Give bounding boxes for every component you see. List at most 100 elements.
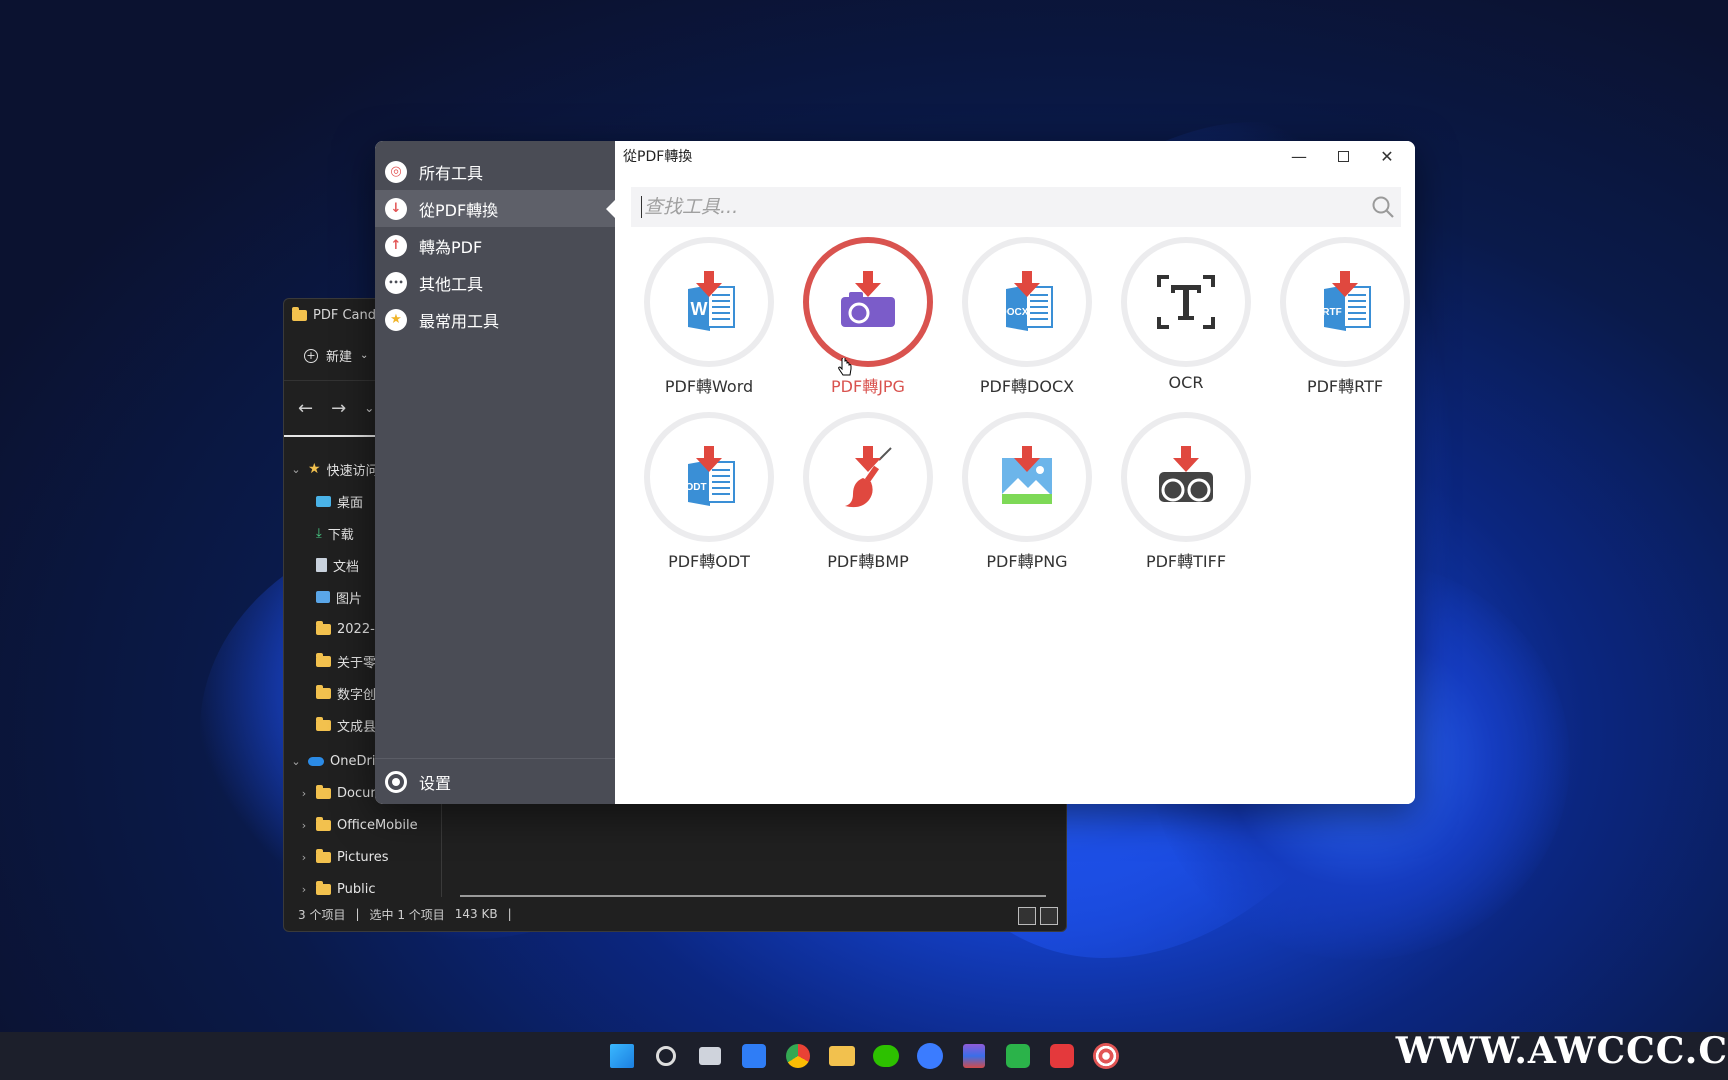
tree-item[interactable]: › Pictures: [284, 841, 441, 873]
tree-item-label: Public: [337, 881, 376, 897]
tiles-view-button[interactable]: [1040, 907, 1058, 925]
arrow-down-icon: ↓: [385, 197, 407, 220]
feishu-icon[interactable]: [915, 1041, 945, 1071]
sidebar-item[interactable]: ••• 其他工具: [375, 264, 615, 301]
todo-icon[interactable]: [739, 1041, 769, 1071]
tool-tile[interactable]: PDF轉TIFF: [1106, 412, 1266, 572]
tool-label: PDF轉BMP: [827, 552, 909, 571]
folder-icon: [316, 880, 331, 895]
star-icon: ★: [385, 308, 407, 331]
file-explorer-icon[interactable]: [827, 1041, 857, 1071]
folder-icon: [292, 306, 307, 321]
pdf-candy-icon[interactable]: [1091, 1041, 1121, 1071]
window-title: 從PDF轉換: [623, 149, 693, 165]
chevron-down-icon[interactable]: ⌄: [364, 401, 374, 415]
back-arrow-icon[interactable]: ←: [298, 398, 313, 419]
camtasia-icon[interactable]: [1003, 1041, 1033, 1071]
window-controls: — ✕: [1277, 141, 1409, 171]
chevron-right-icon[interactable]: ›: [298, 851, 310, 864]
word-icon: W: [674, 267, 744, 337]
sidebar-item-label: 所有工具: [419, 163, 484, 183]
tool-ring: ODT: [644, 412, 774, 542]
tool-ring: RTF: [1280, 237, 1410, 367]
tree-item-label: OneDri: [330, 753, 376, 769]
tiff-icon: [1151, 442, 1221, 512]
task-view-icon[interactable]: [695, 1041, 725, 1071]
wps-icon[interactable]: [1047, 1041, 1077, 1071]
tool-tile[interactable]: RTF PDF轉RTF: [1265, 237, 1415, 397]
tree-item[interactable]: › OfficeMobile: [284, 809, 441, 841]
search-input[interactable]: [641, 196, 1365, 218]
search-icon[interactable]: [651, 1041, 681, 1071]
folder-icon: [316, 652, 331, 667]
chevron-down-icon: ⌄: [360, 350, 369, 361]
chevron-right-icon[interactable]: ›: [298, 819, 310, 832]
chevron-down-icon[interactable]: ⌄: [290, 755, 302, 768]
arrow-up-icon: ↑: [385, 234, 407, 257]
star-icon: ★: [308, 461, 321, 477]
explorer-title: PDF Candy: [313, 307, 384, 323]
sidebar-item[interactable]: ◎ 所有工具: [375, 153, 615, 190]
dots-icon: •••: [385, 271, 407, 294]
gear-icon: [385, 770, 407, 793]
tool-tile[interactable]: PDF轉BMP: [788, 412, 948, 572]
sidebar: ◎ 所有工具 ↓ 從PDF轉換 ↑ 轉為PDF ••• 其他工具 ★ 最常用工具 设置: [375, 141, 615, 804]
tool-label: PDF轉RTF: [1306, 377, 1384, 396]
forward-arrow-icon[interactable]: →: [331, 398, 346, 419]
tree-item-label: 关于零: [337, 655, 377, 671]
tool-tile[interactable]: OCR: [1106, 237, 1266, 397]
selected-count: 选中 1 个项目: [369, 907, 445, 922]
status-bar: 3 个项目 | 选中 1 个项目 143 KB |: [284, 897, 1066, 931]
svg-text:W: W: [691, 299, 708, 319]
tree-item-label: OfficeMobile: [337, 817, 418, 833]
chevron-right-icon[interactable]: ›: [298, 787, 310, 800]
svg-text:ODT: ODT: [685, 482, 706, 493]
search-icon[interactable]: [1365, 189, 1401, 225]
tool-tile[interactable]: PDF轉JPG: [788, 237, 948, 397]
pdf-candy-icon-glyph: [1093, 1043, 1119, 1069]
sidebar-item-label: 從PDF轉換: [419, 200, 499, 220]
maximize-button[interactable]: [1321, 141, 1365, 171]
sidebar-item-label: 最常用工具: [419, 311, 500, 331]
png-icon: [992, 442, 1062, 512]
chevron-down-icon[interactable]: ⌄: [290, 463, 302, 476]
chevron-right-icon[interactable]: ›: [298, 883, 310, 896]
tool-label: PDF轉JPG: [831, 377, 905, 396]
chrome-icon[interactable]: [783, 1041, 813, 1071]
divider: |: [507, 907, 512, 921]
tool-ring: [1121, 237, 1251, 367]
wechat-icon[interactable]: [871, 1041, 901, 1071]
tool-tile[interactable]: W PDF轉Word: [629, 237, 789, 397]
details-view-button[interactable]: [1018, 907, 1036, 925]
minimize-button[interactable]: —: [1277, 141, 1321, 171]
tree-item-label: 2022-: [337, 621, 375, 637]
close-button[interactable]: ✕: [1365, 141, 1409, 171]
folder-icon: [316, 848, 331, 863]
item-count: 3 个项目: [298, 907, 346, 922]
new-button[interactable]: 新建: [326, 346, 352, 365]
tree-item-label: 快速访问: [326, 463, 379, 479]
tool-tile[interactable]: ODT PDF轉ODT: [629, 412, 789, 572]
windows-start-icon[interactable]: [607, 1041, 637, 1071]
sidebar-item-label: 其他工具: [419, 274, 484, 294]
folder-icon: [316, 784, 331, 799]
tree-item-label: Docun: [337, 785, 379, 801]
sidebar-item[interactable]: ★ 最常用工具: [375, 301, 615, 338]
watermark: WWW.AWCCC.C: [1395, 1030, 1728, 1072]
maximize-icon: [1337, 150, 1349, 162]
folder-icon: [316, 716, 331, 731]
candy-icon: ◎: [385, 160, 407, 183]
svg-text:RTF: RTF: [1322, 307, 1341, 318]
tool-label: PDF轉DOCX: [979, 377, 1075, 396]
bmp-icon: [833, 442, 903, 512]
rtf-icon: RTF: [1310, 267, 1380, 337]
chrome-icon-glyph: [786, 1044, 810, 1068]
tool-tile[interactable]: DOCX PDF轉DOCX: [947, 237, 1107, 397]
settings-item[interactable]: 设置: [375, 758, 615, 804]
sidebar-item[interactable]: ↓ 從PDF轉換: [375, 190, 615, 227]
winrar-icon[interactable]: [959, 1041, 989, 1071]
tool-tile[interactable]: PDF轉PNG: [947, 412, 1107, 572]
sidebar-item[interactable]: ↑ 轉為PDF: [375, 227, 615, 264]
svg-text:DOCX: DOCX: [1000, 307, 1029, 318]
tool-ring: W: [644, 237, 774, 367]
